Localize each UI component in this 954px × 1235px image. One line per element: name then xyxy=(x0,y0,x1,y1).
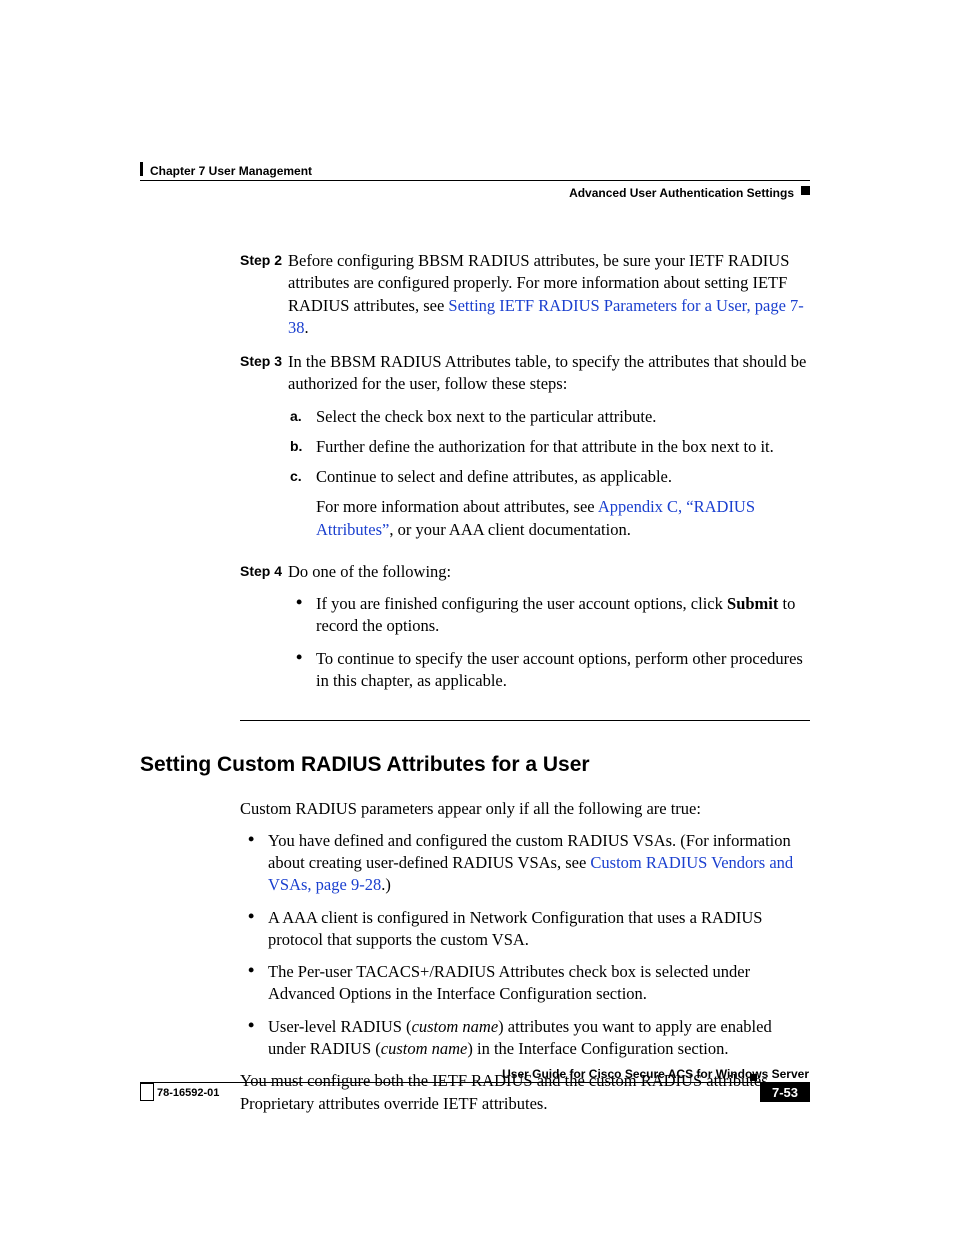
section-divider xyxy=(240,720,810,721)
sec-b4-c: ) in the Interface Configuration section… xyxy=(467,1039,728,1058)
sec-b4-i1: custom name xyxy=(412,1017,499,1036)
step-2-label: Step 2 xyxy=(240,250,288,339)
header-square-icon xyxy=(801,186,810,195)
step-3-intro: In the BBSM RADIUS Attributes table, to … xyxy=(288,351,810,396)
step-3b-text: Further define the authorization for tha… xyxy=(316,436,810,458)
footer-docnum: 78-16592-01 xyxy=(157,1086,219,1101)
bullet-icon: • xyxy=(248,1016,268,1061)
sec-b4-a: User-level RADIUS ( xyxy=(268,1017,412,1036)
step-3b-marker: b. xyxy=(290,436,316,458)
section-bullet-3: • The Per-user TACACS+/RADIUS Attributes… xyxy=(248,961,810,1006)
step-3a: a. Select the check box next to the part… xyxy=(290,406,810,428)
section-heading: Setting Custom RADIUS Attributes for a U… xyxy=(140,751,810,779)
step-4-bullet-2: • To continue to specify the user accoun… xyxy=(296,648,810,693)
section-bullet-1-body: You have defined and configured the cust… xyxy=(268,830,810,897)
header-left-marker xyxy=(140,162,143,176)
header-section-title: Advanced User Authentication Settings xyxy=(569,185,794,201)
step-4-bullet-1-body: If you are finished configuring the user… xyxy=(316,593,810,638)
step-2: Step 2 Before configuring BBSM RADIUS at… xyxy=(240,250,810,339)
bullet-icon: • xyxy=(248,907,268,952)
submit-label: Submit xyxy=(727,594,778,613)
section-bullet-2: • A AAA client is configured in Network … xyxy=(248,907,810,952)
step-4-intro: Do one of the following: xyxy=(288,561,810,583)
step-3c: c. Continue to select and define attribu… xyxy=(290,466,810,541)
step-4-bullet-1: • If you are finished configuring the us… xyxy=(296,593,810,638)
step-3a-marker: a. xyxy=(290,406,316,428)
step-3c-body: Continue to select and define attributes… xyxy=(316,466,810,541)
footer-doc-title: User Guide for Cisco Secure ACS for Wind… xyxy=(502,1066,809,1082)
bullet-icon: • xyxy=(296,593,316,638)
main-content: Step 2 Before configuring BBSM RADIUS at… xyxy=(240,250,810,1125)
step-3-label: Step 3 xyxy=(240,351,288,549)
section-bullet-4-body: User-level RADIUS (custom name) attribut… xyxy=(268,1016,810,1061)
step-3b: b. Further define the authorization for … xyxy=(290,436,810,458)
section-intro: Custom RADIUS parameters appear only if … xyxy=(240,798,810,820)
bullet-icon: • xyxy=(248,830,268,897)
section-bullet-2-body: A AAA client is configured in Network Co… xyxy=(268,907,810,952)
step-3a-text: Select the check box next to the particu… xyxy=(316,406,810,428)
step-3c-text-a: For more information about attributes, s… xyxy=(316,497,598,516)
step-4-label: Step 4 xyxy=(240,561,288,702)
step-3c-marker: c. xyxy=(290,466,316,541)
footer-left-marker xyxy=(140,1083,154,1101)
section-bullet-4: • User-level RADIUS (custom name) attrib… xyxy=(248,1016,810,1061)
footer-page-number: 7-53 xyxy=(760,1083,810,1102)
chapter-label: Chapter 7 User Management xyxy=(150,163,312,179)
header-rule xyxy=(140,180,810,181)
step-3c-line1: Continue to select and define attributes… xyxy=(316,466,810,488)
step-2-text-b: . xyxy=(305,318,309,337)
step-4-bullet-2-body: To continue to specify the user account … xyxy=(316,648,810,693)
step-3c-text-b: , or your AAA client documentation. xyxy=(389,520,631,539)
sec-b1-b: .) xyxy=(381,875,391,894)
section-bullet-3-body: The Per-user TACACS+/RADIUS Attributes c… xyxy=(268,961,810,1006)
step-3-sublist: a. Select the check box next to the part… xyxy=(288,406,810,541)
step-4-bullets: • If you are finished configuring the us… xyxy=(288,593,810,692)
step-4: Step 4 Do one of the following: • If you… xyxy=(240,561,810,702)
step-3: Step 3 In the BBSM RADIUS Attributes tab… xyxy=(240,351,810,549)
step-2-body: Before configuring BBSM RADIUS attribute… xyxy=(288,250,810,339)
step-3c-line2: For more information about attributes, s… xyxy=(316,496,810,541)
footer-square-icon xyxy=(750,1074,757,1081)
bullet-icon: • xyxy=(248,961,268,1006)
section-bullet-1: • You have defined and configured the cu… xyxy=(248,830,810,897)
step-3-body: In the BBSM RADIUS Attributes table, to … xyxy=(288,351,810,549)
step-4-b1-a: If you are finished configuring the user… xyxy=(316,594,727,613)
step-4-body: Do one of the following: • If you are fi… xyxy=(288,561,810,702)
bullet-icon: • xyxy=(296,648,316,693)
sec-b4-i2: custom name xyxy=(381,1039,468,1058)
footer-rule xyxy=(140,1082,810,1083)
